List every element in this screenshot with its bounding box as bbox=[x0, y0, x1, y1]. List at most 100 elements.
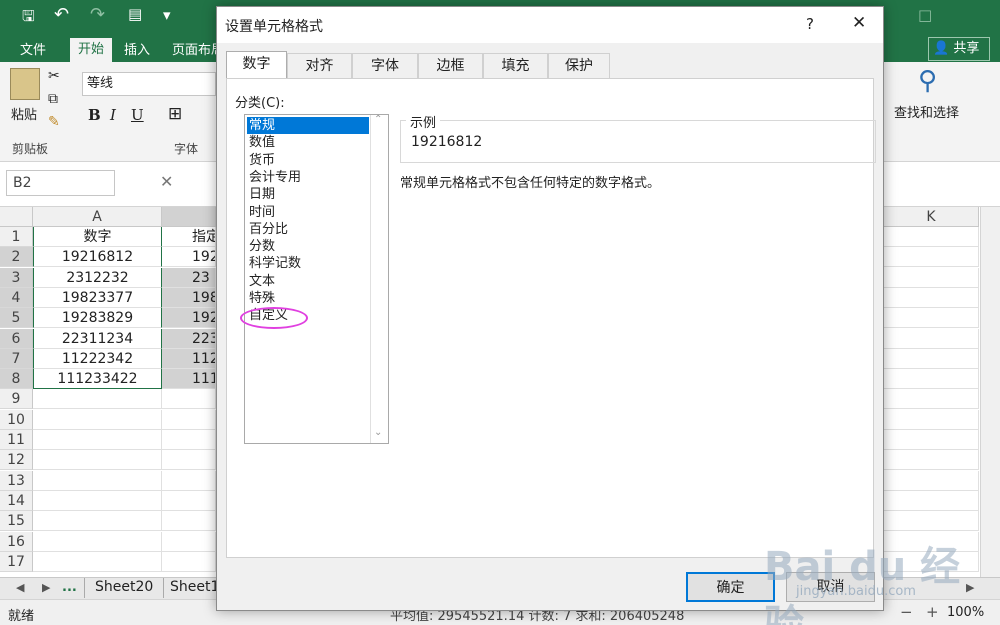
row-header[interactable]: 8 bbox=[0, 369, 33, 389]
font-name-box[interactable]: 等线 bbox=[82, 72, 216, 96]
cell-a[interactable] bbox=[33, 532, 162, 552]
category-item[interactable]: 分数 bbox=[247, 238, 369, 255]
category-item[interactable]: 日期 bbox=[247, 186, 369, 203]
cell-k[interactable] bbox=[884, 491, 979, 511]
tab-home[interactable]: 开始 bbox=[70, 38, 113, 62]
row-header[interactable]: 14 bbox=[0, 491, 33, 511]
scroll-up-icon[interactable]: ⌃ bbox=[374, 114, 382, 125]
cell-a[interactable]: 11222342 bbox=[33, 349, 162, 369]
cell-b[interactable]: 23 bbox=[162, 268, 216, 288]
more-sheets[interactable]: ... bbox=[62, 580, 77, 595]
list-scrollbar[interactable]: ⌃ ⌄ bbox=[370, 114, 388, 443]
category-item[interactable]: 科学记数 bbox=[247, 255, 369, 272]
cell-b[interactable] bbox=[162, 430, 216, 450]
column-header-k[interactable]: K bbox=[884, 207, 979, 227]
category-item[interactable]: 会计专用 bbox=[247, 169, 369, 186]
save-icon[interactable]: 🖫 bbox=[22, 6, 35, 31]
column-header-b[interactable] bbox=[162, 207, 216, 227]
category-item[interactable]: 时间 bbox=[247, 204, 369, 221]
next-sheet-icon[interactable]: ▶ bbox=[42, 581, 50, 594]
scroll-down-icon[interactable]: ⌄ bbox=[374, 427, 382, 438]
tab-number[interactable]: 数字 bbox=[226, 51, 287, 79]
cell-b[interactable]: 223 bbox=[162, 329, 216, 349]
cell-a[interactable]: 22311234 bbox=[33, 329, 162, 349]
borders-icon[interactable]: ⊞ bbox=[168, 104, 182, 124]
name-box[interactable]: B2 bbox=[6, 170, 115, 196]
cell-b[interactable]: 192 bbox=[162, 247, 216, 267]
row-header[interactable]: 3 bbox=[0, 268, 33, 288]
cut-icon[interactable]: ✂ bbox=[48, 68, 60, 84]
cell-k[interactable] bbox=[884, 288, 979, 308]
dialog-title-bar[interactable]: 设置单元格格式 ? ✕ bbox=[217, 7, 883, 43]
cell-k[interactable] bbox=[884, 450, 979, 470]
category-item[interactable]: 特殊 bbox=[247, 290, 369, 307]
row-header[interactable]: 15 bbox=[0, 511, 33, 531]
cell-k[interactable] bbox=[884, 511, 979, 531]
cell-k[interactable] bbox=[884, 430, 979, 450]
cell-b[interactable]: 111 bbox=[162, 369, 216, 389]
redo-icon[interactable]: ↷ bbox=[90, 4, 105, 25]
cell-b[interactable] bbox=[162, 471, 216, 491]
cell-a[interactable]: 2312232 bbox=[33, 268, 162, 288]
row-header[interactable]: 4 bbox=[0, 288, 33, 308]
cell-a[interactable] bbox=[33, 410, 162, 430]
cell-b[interactable]: 指定 bbox=[162, 227, 216, 247]
row-header[interactable]: 9 bbox=[0, 389, 33, 409]
cell-k[interactable] bbox=[884, 369, 979, 389]
bold-icon[interactable]: B bbox=[88, 106, 101, 124]
category-item[interactable]: 数值 bbox=[247, 134, 369, 151]
row-header[interactable]: 2 bbox=[0, 247, 33, 267]
cell-k[interactable] bbox=[884, 308, 979, 328]
tab-font[interactable]: 字体 bbox=[352, 53, 418, 78]
cell-a[interactable] bbox=[33, 471, 162, 491]
category-item[interactable]: 文本 bbox=[247, 273, 369, 290]
cell-a[interactable] bbox=[33, 430, 162, 450]
tab-border[interactable]: 边框 bbox=[418, 53, 483, 78]
row-header[interactable]: 7 bbox=[0, 349, 33, 369]
cell-a[interactable]: 19216812 bbox=[33, 247, 162, 267]
category-list[interactable]: 常规 数值 货币 会计专用 日期 时间 百分比 分数 科学记数 文本 特殊 自定义 ⌃ ⌄ bbox=[244, 114, 389, 444]
cell-k[interactable] bbox=[884, 410, 979, 430]
tab-insert[interactable]: 插入 bbox=[124, 40, 150, 62]
category-item[interactable]: 常规 bbox=[247, 117, 369, 134]
find-select-label[interactable]: 查找和选择 bbox=[894, 102, 959, 121]
paste-label[interactable]: 粘贴 bbox=[11, 104, 37, 123]
cell-a[interactable] bbox=[33, 491, 162, 511]
restore-icon[interactable]: □ bbox=[918, 6, 932, 24]
cell-b[interactable] bbox=[162, 389, 216, 409]
cell-a[interactable] bbox=[33, 552, 162, 572]
undo-icon[interactable]: ↶ bbox=[54, 4, 69, 25]
cell-k[interactable] bbox=[884, 349, 979, 369]
tab-fill[interactable]: 填充 bbox=[483, 53, 548, 78]
cell-b[interactable] bbox=[162, 511, 216, 531]
cell-b[interactable] bbox=[162, 532, 216, 552]
italic-icon[interactable]: I bbox=[110, 106, 116, 124]
form-icon[interactable]: ▤ bbox=[128, 5, 142, 23]
cell-b[interactable] bbox=[162, 491, 216, 511]
row-header[interactable]: 5 bbox=[0, 308, 33, 328]
row-header[interactable]: 13 bbox=[0, 471, 33, 491]
cell-b[interactable]: 112 bbox=[162, 349, 216, 369]
cell-b[interactable] bbox=[162, 450, 216, 470]
cell-k[interactable] bbox=[884, 329, 979, 349]
column-header-a[interactable]: A bbox=[33, 207, 162, 227]
row-header[interactable]: 1 bbox=[0, 227, 33, 247]
cell-k[interactable] bbox=[884, 471, 979, 491]
close-icon[interactable]: ✕ bbox=[852, 13, 866, 33]
row-header[interactable]: 10 bbox=[0, 410, 33, 430]
cell-a[interactable] bbox=[33, 511, 162, 531]
customize-qat-icon[interactable]: ▾ bbox=[163, 6, 171, 24]
row-header[interactable]: 16 bbox=[0, 532, 33, 552]
cell-a[interactable]: 19283829 bbox=[33, 308, 162, 328]
vertical-scrollbar[interactable] bbox=[980, 207, 1000, 577]
search-icon[interactable]: ⚲ bbox=[918, 66, 937, 96]
tab-file[interactable]: 文件 bbox=[20, 40, 46, 62]
cell-b[interactable] bbox=[162, 552, 216, 572]
tab-protection[interactable]: 保护 bbox=[548, 53, 610, 78]
prev-sheet-icon[interactable]: ◀ bbox=[16, 581, 24, 594]
category-item[interactable]: 百分比 bbox=[247, 221, 369, 238]
paste-icon[interactable] bbox=[10, 68, 40, 100]
cell-b[interactable] bbox=[162, 410, 216, 430]
cell-k[interactable] bbox=[884, 247, 979, 267]
cell-k[interactable] bbox=[884, 389, 979, 409]
